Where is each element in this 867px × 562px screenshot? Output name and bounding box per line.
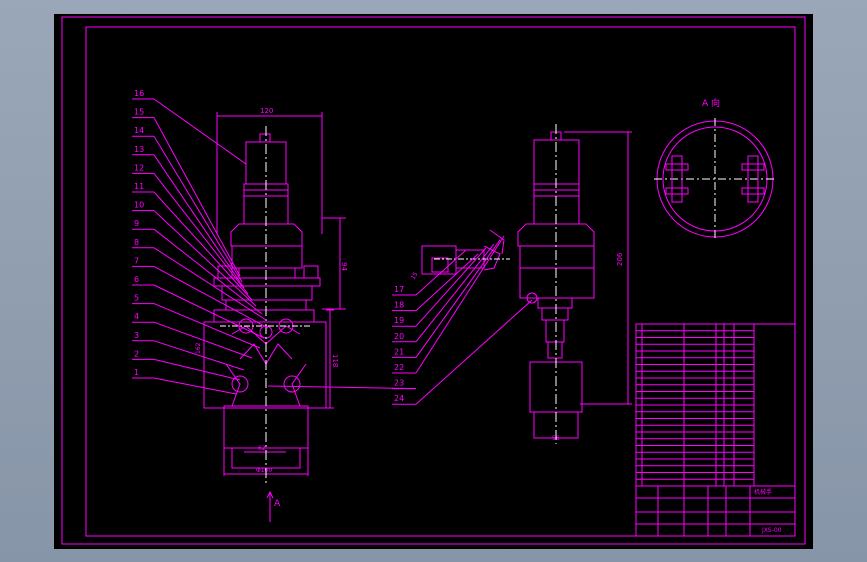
dim-top-width: 120 [260, 107, 273, 115]
part-number-label: 17 [394, 285, 404, 294]
view-arrow-label: A [274, 499, 281, 509]
part-number-label: 20 [394, 332, 404, 341]
outer-frame [61, 16, 806, 545]
view-title: A 向 [702, 97, 720, 109]
dim-height-right: 94 [340, 262, 348, 271]
dim-bottom-outer: Φ100 [256, 467, 272, 474]
part-number-label: 14 [134, 126, 144, 135]
part-number-label: 21 [394, 347, 404, 356]
dim-height-mid: 118 [331, 354, 339, 367]
part-number-label: 23 [394, 379, 404, 388]
cad-viewport[interactable]: 120 94 118 162 62 Φ100 A 16 15 14 13 12 … [54, 14, 813, 549]
part-number-label: 18 [394, 301, 404, 310]
cad-drawing-canvas: 120 94 118 162 62 Φ100 A 161514131211109… [61, 16, 806, 545]
part-number-label: 19 [394, 316, 404, 325]
part-number-label: 8 [134, 238, 139, 247]
dim-side-height: 206 [616, 252, 624, 266]
dim-bottom-inner: 62 [258, 445, 266, 452]
title-block-title: 机械手 [754, 488, 772, 496]
part-number-label: 22 [394, 363, 404, 372]
part-number-label: 2 [134, 349, 139, 358]
parts-list-table [635, 323, 796, 487]
part-number-label: 13 [134, 145, 144, 154]
part-labels-right: 17 18 19 20 21 22 23 24 [267, 235, 533, 405]
front-view: 120 94 118 162 62 Φ100 A [195, 107, 348, 522]
part-number-label: 7 [134, 256, 139, 265]
part-number-label: 1 [134, 368, 139, 377]
a-direction-view: A 向 [654, 97, 776, 240]
part-number-label: 16 [134, 89, 144, 98]
part-number-label: 15 [134, 108, 144, 117]
part-number-label: 4 [134, 312, 139, 321]
part-number-label: 10 [134, 201, 144, 210]
part-number-label: 6 [134, 275, 139, 284]
dim-left-small: 162 [195, 342, 202, 354]
inner-frame [85, 26, 796, 537]
part-number-label: 11 [134, 182, 144, 191]
dim-side-small: 15 [410, 271, 420, 281]
title-block-drawing-no: JXS-00 [761, 527, 782, 534]
part-number-label: 5 [134, 294, 139, 303]
part-number-label: 24 [394, 394, 404, 403]
side-view: 206 56 15 [410, 124, 632, 444]
part-number-label: 12 [134, 163, 144, 172]
title-block: 机械手 JXS-00 [635, 485, 796, 537]
part-number-label: 9 [134, 219, 139, 228]
part-number-label: 3 [134, 331, 139, 340]
